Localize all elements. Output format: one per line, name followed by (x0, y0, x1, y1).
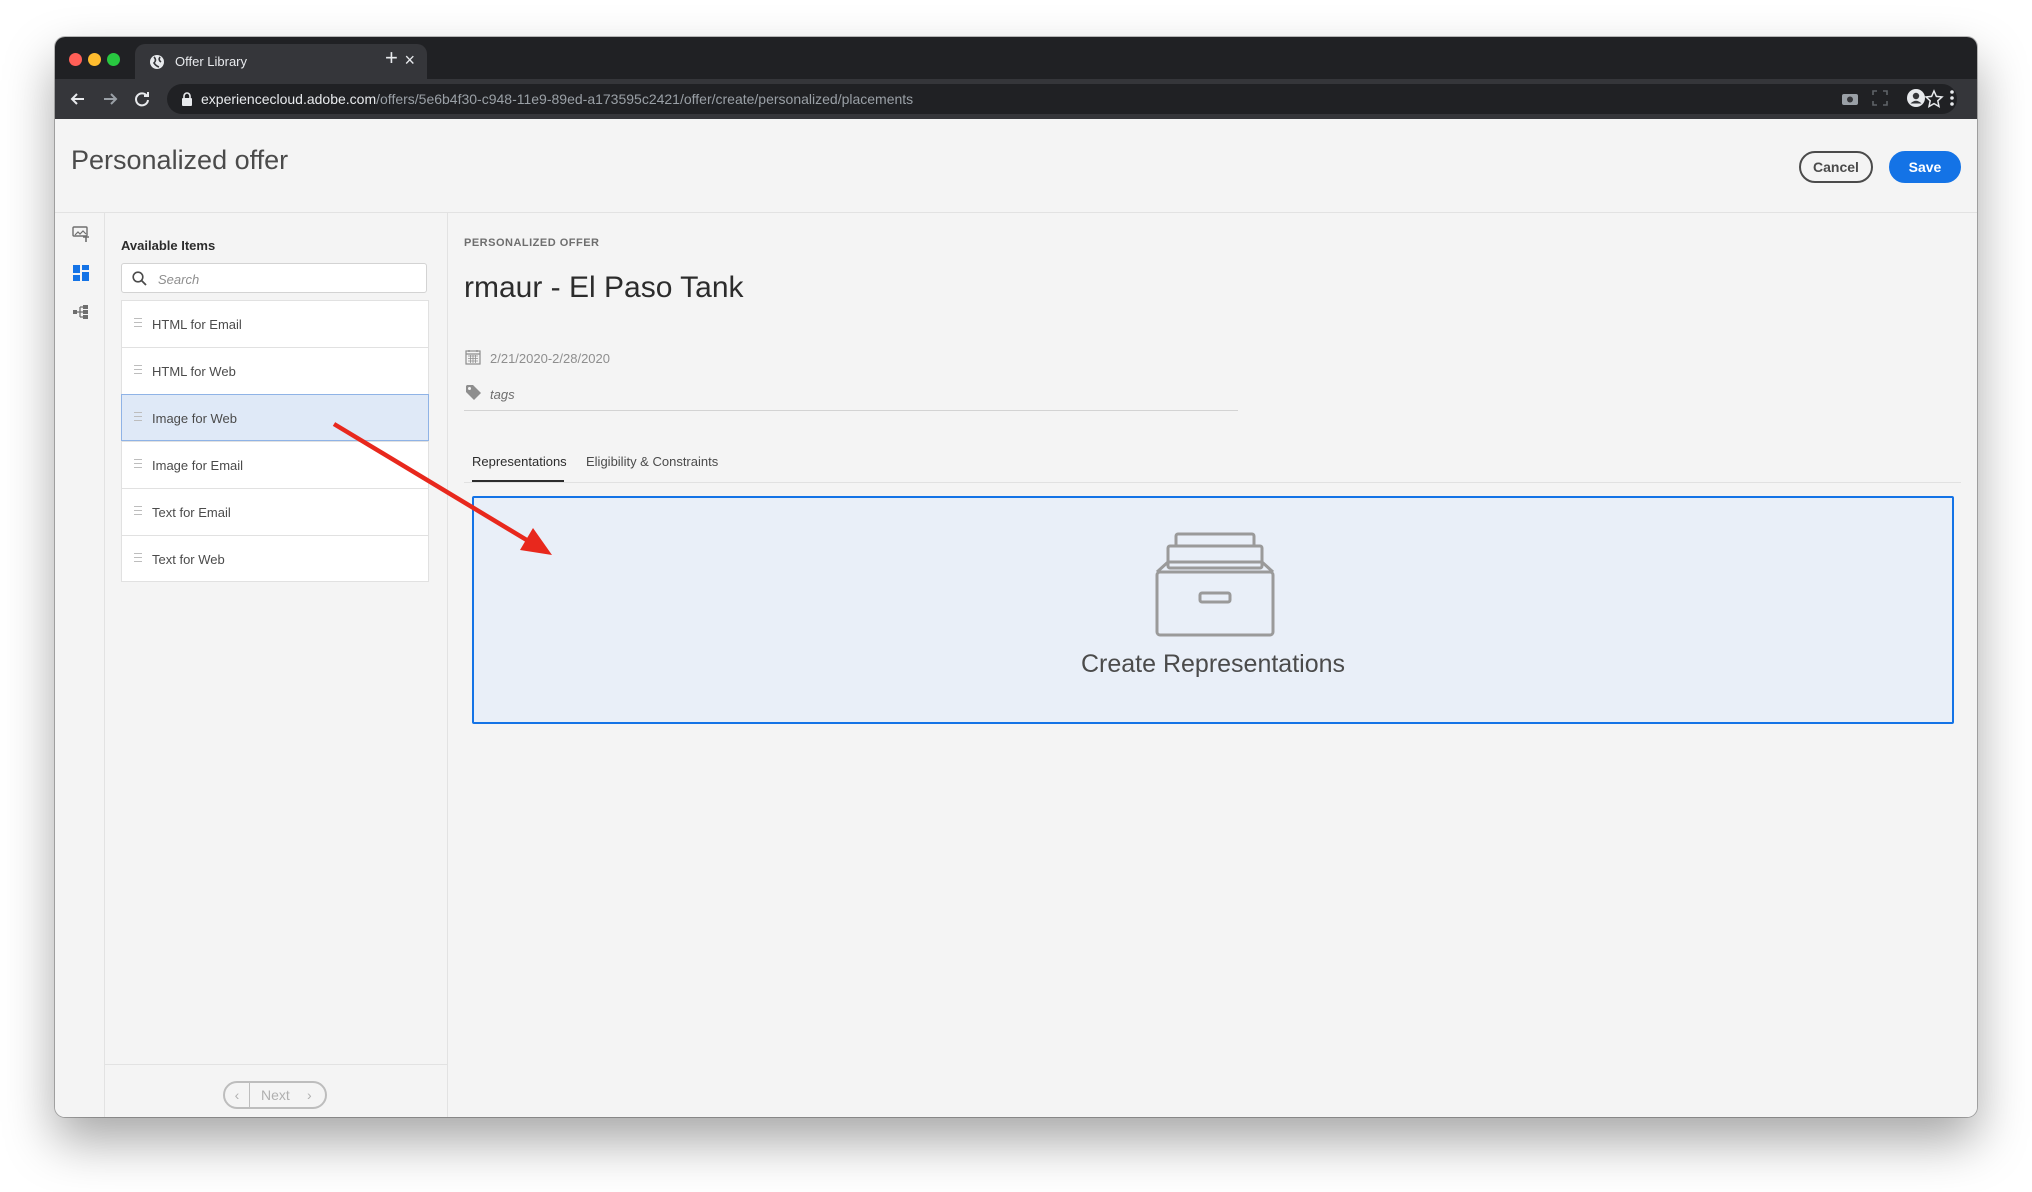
date-range[interactable]: 2/21/2020-2/28/2020 (490, 351, 610, 366)
tab-eligibility-constraints[interactable]: Eligibility & Constraints (586, 454, 718, 469)
active-tab-indicator (472, 480, 564, 482)
offer-name: rmaur - El Paso Tank (464, 271, 744, 304)
search-input[interactable] (156, 268, 420, 290)
list-item-image-for-email[interactable]: Image for Email (121, 441, 429, 488)
items-list: HTML for Email HTML for Web Image for We… (121, 300, 429, 582)
maximize-window-button[interactable] (107, 53, 120, 66)
list-item-image-for-web[interactable]: Image for Web (121, 394, 429, 441)
list-item-html-for-web[interactable]: HTML for Web (121, 347, 429, 394)
close-window-button[interactable] (69, 53, 82, 66)
drag-handle-icon[interactable] (134, 412, 142, 421)
search-icon (132, 271, 147, 286)
list-item-text-for-web[interactable]: Text for Web (121, 535, 429, 582)
item-label: Image for Web (152, 411, 238, 426)
new-tab-button[interactable]: + (385, 47, 398, 69)
item-label: Image for Email (152, 458, 244, 473)
app-header: Personalized offer Cancel Save (55, 119, 1977, 213)
browser-window: Offer Library × + experiencecloud.adobe.… (55, 37, 1977, 1117)
minimize-window-button[interactable] (88, 53, 101, 66)
browser-tab[interactable]: Offer Library × (135, 44, 427, 79)
browser-toolbar: experiencecloud.adobe.com/offers/5e6b4f3… (55, 79, 1977, 119)
tag-icon (466, 385, 481, 400)
available-items-panel: Available Items HTML for Email HTML for … (105, 213, 448, 1117)
cancel-button[interactable]: Cancel (1799, 151, 1873, 183)
drag-handle-icon[interactable] (134, 459, 142, 468)
left-rail (55, 213, 105, 1117)
archive-box-icon (1155, 532, 1275, 637)
offer-details-icon[interactable] (72, 225, 90, 243)
drag-handle-icon[interactable] (134, 318, 142, 327)
forward-arrow-icon[interactable] (99, 88, 121, 110)
back-arrow-icon[interactable] (67, 88, 89, 110)
panel-title: Available Items (121, 238, 216, 253)
address-bar[interactable]: experiencecloud.adobe.com/offers/5e6b4f3… (167, 84, 1957, 114)
drag-handle-icon[interactable] (134, 553, 142, 562)
search-field[interactable] (121, 263, 427, 293)
item-label: HTML for Web (152, 364, 236, 379)
url-text: experiencecloud.adobe.com/offers/5e6b4f3… (201, 91, 913, 107)
tab-close-icon[interactable]: × (404, 50, 415, 71)
panel-footer: ‹ Next › (105, 1064, 447, 1117)
save-button[interactable]: Save (1889, 151, 1961, 183)
lock-icon (182, 92, 192, 106)
offer-tabs: Representations Eligibility & Constraint… (464, 442, 1961, 483)
tags-input[interactable]: tags (490, 387, 515, 402)
drag-handle-icon[interactable] (134, 365, 142, 374)
create-representations-label: Create Representations (1080, 650, 1346, 678)
tab-strip: Offer Library × + (55, 37, 1977, 79)
app-content: Personalized offer Cancel Save Available… (55, 119, 1977, 1117)
list-item-html-for-email[interactable]: HTML for Email (121, 300, 429, 347)
tags-underline (464, 410, 1238, 411)
offer-type-label: PERSONALIZED OFFER (464, 237, 600, 249)
tab-title: Offer Library (175, 54, 248, 69)
globe-icon (150, 55, 164, 69)
list-item-text-for-email[interactable]: Text for Email (121, 488, 429, 535)
hierarchy-icon[interactable] (72, 303, 90, 321)
url-path: /offers/5e6b4f30-c948-11e9-89ed-a173595c… (376, 91, 914, 107)
profile-avatar-icon[interactable] (1905, 87, 1927, 109)
screenshot-icon[interactable] (1869, 87, 1891, 109)
reload-icon[interactable] (131, 88, 153, 110)
item-label: Text for Email (152, 505, 231, 520)
page-title: Personalized offer (71, 145, 289, 175)
url-host: experiencecloud.adobe.com (201, 91, 377, 107)
chevron-right-icon[interactable]: › (307, 1087, 312, 1103)
pagination: ‹ Next › (223, 1081, 327, 1109)
create-representations-dropzone[interactable]: Create Representations (472, 496, 1954, 724)
representations-icon[interactable] (72, 264, 90, 282)
camera-icon[interactable] (1839, 87, 1861, 109)
more-menu-icon[interactable] (1941, 87, 1963, 109)
item-label: HTML for Email (152, 317, 242, 332)
main-content: PERSONALIZED OFFER rmaur - El Paso Tank … (448, 213, 1977, 1117)
calendar-icon (465, 350, 481, 365)
tab-representations[interactable]: Representations (472, 454, 567, 469)
chevron-left-icon[interactable]: ‹ (225, 1083, 250, 1107)
item-label: Text for Web (152, 552, 225, 567)
drag-handle-icon[interactable] (134, 506, 142, 515)
next-button[interactable]: Next (261, 1087, 290, 1103)
